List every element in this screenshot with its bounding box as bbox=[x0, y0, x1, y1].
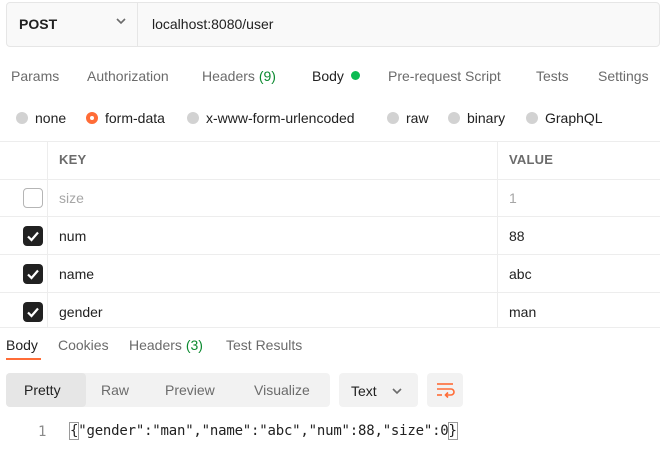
response-json: "gender":"man","name":"abc","num":88,"si… bbox=[78, 423, 449, 439]
radio-graphql[interactable]: GraphQL bbox=[526, 110, 603, 126]
radio-circle bbox=[448, 112, 460, 124]
body-indicator-dot bbox=[351, 71, 360, 80]
radio-label: x-www-form-urlencoded bbox=[206, 110, 355, 126]
check-icon bbox=[27, 269, 39, 280]
method-label: POST bbox=[19, 16, 58, 32]
table-header-border bbox=[0, 179, 660, 180]
tab-settings-label: Settings bbox=[598, 68, 649, 84]
radio-label: GraphQL bbox=[545, 110, 603, 126]
radio-circle bbox=[526, 112, 538, 124]
param-key[interactable]: gender bbox=[59, 304, 103, 320]
table-col-divider bbox=[47, 141, 48, 327]
param-key[interactable]: num bbox=[59, 228, 86, 244]
tab-tests-label: Tests bbox=[536, 68, 569, 84]
view-mode-preview[interactable]: Preview bbox=[165, 382, 215, 398]
radio-label: raw bbox=[406, 110, 429, 126]
tab-settings[interactable]: Settings bbox=[598, 68, 649, 84]
tab-headers-count: (9) bbox=[258, 68, 276, 84]
chevron-down-icon bbox=[116, 18, 126, 25]
table-row-border bbox=[0, 254, 660, 255]
response-tab-test-results[interactable]: Test Results bbox=[226, 337, 302, 353]
active-tab-underline bbox=[6, 358, 41, 360]
tab-pre-request-script[interactable]: Pre-request Script bbox=[388, 68, 501, 84]
radio-circle bbox=[187, 112, 199, 124]
radio-label: none bbox=[35, 110, 67, 126]
view-mode-pretty[interactable]: Pretty bbox=[24, 382, 61, 398]
column-header-value: VALUE bbox=[509, 152, 554, 167]
row-checkbox-checked[interactable] bbox=[23, 226, 43, 246]
radio-label: binary bbox=[467, 110, 506, 126]
column-header-key: KEY bbox=[59, 152, 87, 167]
tab-authorization[interactable]: Authorization bbox=[87, 68, 169, 84]
row-checkbox-checked[interactable] bbox=[23, 302, 43, 322]
tab-tests[interactable]: Tests bbox=[536, 68, 569, 84]
tab-authorization-label: Authorization bbox=[87, 68, 169, 84]
row-checkbox-checked[interactable] bbox=[23, 264, 43, 284]
view-mode-raw[interactable]: Raw bbox=[101, 382, 129, 398]
response-tab-headers-count: (3) bbox=[185, 337, 203, 353]
table-top-border bbox=[0, 141, 660, 142]
response-tab-headers[interactable]: Headers (3) bbox=[129, 337, 203, 353]
radio-raw[interactable]: raw bbox=[387, 110, 429, 126]
url-input[interactable]: localhost:8080/user bbox=[152, 16, 273, 32]
radio-circle bbox=[16, 112, 28, 124]
radio-none[interactable]: none bbox=[16, 110, 66, 126]
view-mode-visualize[interactable]: Visualize bbox=[254, 382, 310, 398]
param-value[interactable]: man bbox=[509, 304, 536, 320]
close-brace: } bbox=[447, 422, 458, 440]
table-row-border bbox=[0, 216, 660, 217]
radio-x-www-form-urlencoded[interactable]: x-www-form-urlencoded bbox=[187, 110, 355, 126]
chevron-down-icon bbox=[392, 388, 402, 395]
table-row-border bbox=[0, 292, 660, 293]
check-icon bbox=[27, 231, 39, 242]
radio-label: form-data bbox=[105, 110, 165, 126]
row-checkbox[interactable] bbox=[23, 188, 43, 208]
tab-body-label: Body bbox=[312, 68, 344, 84]
response-tab-cookies[interactable]: Cookies bbox=[58, 337, 109, 353]
response-tab-body[interactable]: Body bbox=[6, 337, 38, 353]
tab-params[interactable]: Params bbox=[11, 68, 59, 84]
check-icon bbox=[27, 307, 39, 318]
param-value[interactable]: 1 bbox=[509, 190, 517, 206]
tab-body[interactable]: Body bbox=[312, 68, 344, 84]
radio-circle-selected bbox=[86, 112, 98, 124]
param-value[interactable]: abc bbox=[509, 266, 532, 282]
param-key[interactable]: name bbox=[59, 266, 94, 282]
tab-params-label: Params bbox=[11, 68, 60, 84]
line-number: 1 bbox=[38, 424, 47, 440]
format-select-value: Text bbox=[351, 383, 377, 399]
radio-form-data[interactable]: form-data bbox=[86, 110, 165, 126]
tab-pre-request-script-label: Pre-request Script bbox=[388, 68, 501, 84]
tab-headers[interactable]: Headers (9) bbox=[202, 68, 276, 84]
radio-binary[interactable]: binary bbox=[448, 110, 505, 126]
radio-circle bbox=[387, 112, 399, 124]
response-body-code[interactable]: {"gender":"man","name":"abc","num":88,"s… bbox=[68, 422, 458, 440]
table-col-divider bbox=[497, 141, 498, 327]
tab-headers-label: Headers bbox=[202, 68, 255, 84]
param-key[interactable]: size bbox=[59, 190, 84, 206]
wrap-lines-button[interactable] bbox=[427, 373, 463, 407]
wrap-lines-icon bbox=[437, 383, 455, 399]
open-brace: { bbox=[68, 422, 80, 440]
response-tab-headers-label: Headers bbox=[129, 337, 182, 353]
response-divider bbox=[0, 327, 660, 328]
param-value[interactable]: 88 bbox=[509, 228, 525, 244]
